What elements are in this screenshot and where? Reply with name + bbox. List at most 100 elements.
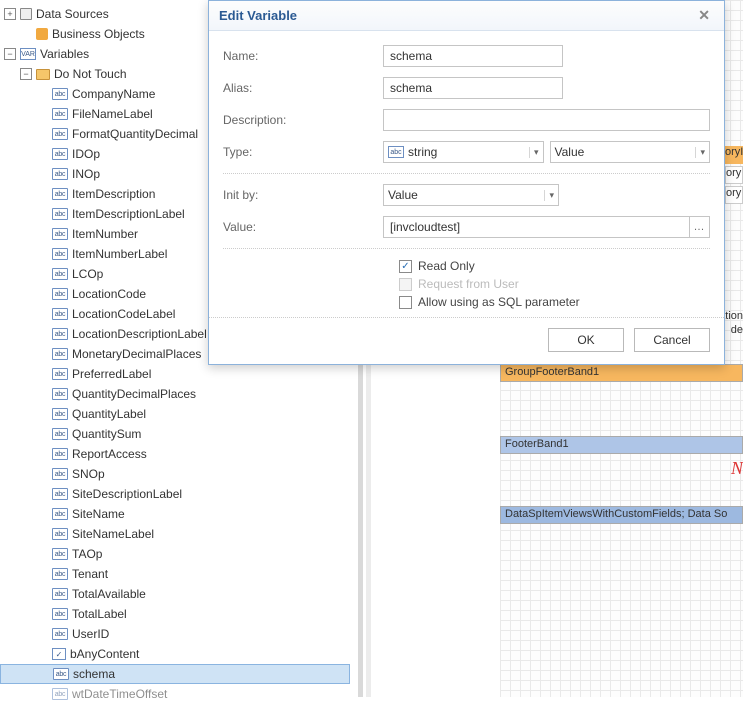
dialog-header[interactable]: Edit Variable ✕ [209, 1, 724, 31]
collapse-icon[interactable]: − [4, 48, 16, 60]
string-var-icon: abc [52, 368, 68, 380]
tree-node-variable[interactable]: abcTotalAvailable [0, 584, 350, 604]
label-init-by: Init by: [223, 188, 383, 202]
tree-label: QuantityLabel [72, 407, 146, 421]
ok-button[interactable]: OK [548, 328, 624, 352]
tree-label: QuantityDecimalPlaces [72, 387, 196, 401]
string-var-icon: abc [52, 608, 68, 620]
tree-node-variable-bool[interactable]: ✓ bAnyContent [0, 644, 350, 664]
tree-label: SiteName [72, 507, 125, 521]
tree-node-variable[interactable]: abcUserID [0, 624, 350, 644]
label-alias: Alias: [223, 81, 383, 95]
string-var-icon: abc [52, 488, 68, 500]
tree-label: QuantitySum [72, 427, 141, 441]
tree-label: ItemDescription [72, 187, 155, 201]
type-kind-text: Value [555, 145, 692, 159]
label-type: Type: [223, 145, 383, 159]
band-fragment: oryI [725, 146, 743, 164]
description-input[interactable] [383, 109, 710, 131]
dialog-title: Edit Variable [219, 8, 297, 23]
string-var-icon: abc [52, 588, 68, 600]
checkbox-icon [399, 296, 412, 309]
tree-node-variable[interactable]: abc PreferredLabel [0, 364, 350, 384]
string-var-icon: abc [52, 108, 68, 120]
string-var-icon: abc [52, 448, 68, 460]
string-var-icon: abc [52, 148, 68, 160]
type-select-text: string [408, 145, 525, 159]
string-var-icon: abc [52, 228, 68, 240]
checkbox-icon [399, 278, 412, 291]
text-fragment: de [731, 324, 743, 336]
value-input[interactable]: [invcloudtest] … [383, 216, 710, 238]
tree-label: SiteDescriptionLabel [72, 487, 182, 501]
tree-node-variable[interactable]: abcSiteName [0, 504, 350, 524]
chevron-down-icon: ▾ [695, 147, 705, 158]
tree-label: FileNameLabel [72, 107, 153, 121]
string-var-icon: abc [52, 288, 68, 300]
tree-node-variable[interactable]: abc Tenant [0, 564, 350, 584]
allow-sql-checkbox[interactable]: Allow using as SQL parameter [399, 295, 710, 309]
string-var-icon: abc [53, 668, 69, 680]
close-icon[interactable]: ✕ [694, 7, 714, 24]
tree-node-variable-selected[interactable]: abc schema [0, 664, 350, 684]
label-description: Description: [223, 113, 383, 127]
string-var-icon: abc [52, 468, 68, 480]
checkbox-label: Allow using as SQL parameter [418, 295, 580, 309]
tree-label: Business Objects [52, 27, 145, 41]
tree-label: FormatQuantityDecimal [72, 127, 198, 141]
string-var-icon: abc [52, 348, 68, 360]
folder-icon [36, 69, 50, 80]
init-by-select[interactable]: Value ▾ [383, 184, 559, 206]
group-footer-band[interactable]: GroupFooterBand1 [500, 364, 743, 382]
label-value: Value: [223, 220, 383, 234]
type-select[interactable]: abc string ▾ [383, 141, 544, 163]
band-label: GroupFooterBand1 [505, 366, 599, 378]
tree-node-variable[interactable]: abc SiteDescriptionLabel [0, 484, 350, 504]
name-input[interactable] [383, 45, 563, 67]
string-var-icon: abc [52, 168, 68, 180]
tree-node-variable[interactable]: abcSNOp [0, 464, 350, 484]
tree-label: LCOp [72, 267, 103, 281]
business-objects-icon [36, 28, 48, 40]
tree-label: UserID [72, 627, 109, 641]
tree-label: ItemDescriptionLabel [72, 207, 185, 221]
tree-label: PreferredLabel [72, 367, 151, 381]
tree-node-variable[interactable]: abc ReportAccess [0, 444, 350, 464]
string-var-icon: abc [52, 128, 68, 140]
tree-node-variable[interactable]: abcQuantityDecimalPlaces [0, 384, 350, 404]
tree-node-variable[interactable]: abc QuantitySum [0, 424, 350, 444]
expand-icon[interactable]: + [4, 8, 16, 20]
string-var-icon: abc [52, 528, 68, 540]
tree-label: LocationDescriptionLabel [72, 327, 207, 341]
label-name: Name: [223, 49, 383, 63]
cancel-button[interactable]: Cancel [634, 328, 710, 352]
band-label: FooterBand1 [505, 438, 569, 450]
tree-node-variable[interactable]: abcTAOp [0, 544, 350, 564]
data-band[interactable]: DataSpItemViewsWithCustomFields; Data So [500, 506, 743, 524]
string-var-icon: abc [52, 328, 68, 340]
expression-editor-button[interactable]: … [689, 217, 709, 237]
string-var-icon: abc [52, 548, 68, 560]
tree-label: ReportAccess [72, 447, 147, 461]
footer-band[interactable]: FooterBand1 [500, 436, 743, 454]
tree-label: Do Not Touch [54, 67, 127, 81]
type-kind-select[interactable]: Value ▾ [550, 141, 711, 163]
tree-label: CompanyName [72, 87, 155, 101]
tree-label: bAnyContent [70, 647, 139, 661]
string-var-icon: abc [52, 688, 68, 700]
tree-node-variable-cut[interactable]: abc wtDateTimeOffset [0, 684, 350, 704]
tree-node-variable[interactable]: abcQuantityLabel [0, 404, 350, 424]
tree-node-variable[interactable]: abcTotalLabel [0, 604, 350, 624]
tree-label: Data Sources [36, 7, 109, 21]
string-var-icon: abc [52, 88, 68, 100]
tree-label: Variables [40, 47, 89, 61]
string-var-icon: abc [52, 428, 68, 440]
read-only-checkbox[interactable]: ✓ Read Only [399, 259, 710, 273]
tree-label: Tenant [72, 567, 108, 581]
tree-node-variable[interactable]: abcSiteNameLabel [0, 524, 350, 544]
string-var-icon: abc [52, 568, 68, 580]
string-var-icon: abc [52, 208, 68, 220]
collapse-icon[interactable]: − [20, 68, 32, 80]
alias-input[interactable] [383, 77, 563, 99]
request-from-user-checkbox: Request from User [399, 277, 710, 291]
